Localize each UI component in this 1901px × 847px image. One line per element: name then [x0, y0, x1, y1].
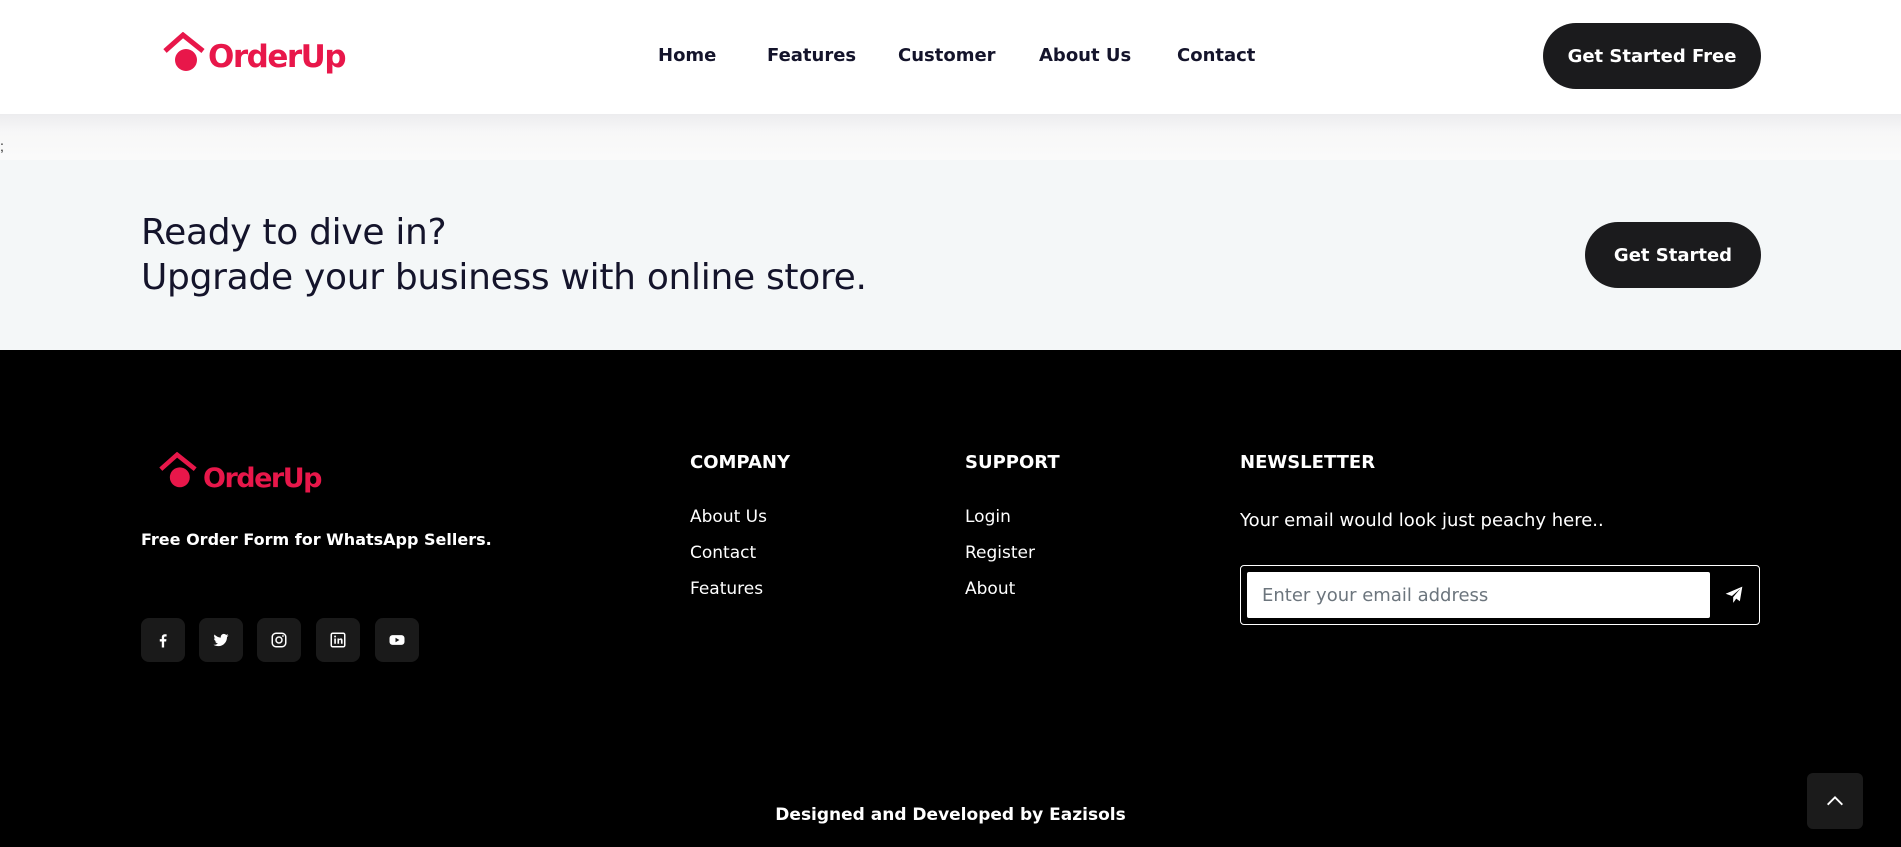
newsletter-text: Your email would look just peachy here.. — [1240, 510, 1604, 531]
instagram-link[interactable] — [257, 618, 301, 662]
linkedin-link[interactable] — [316, 618, 360, 662]
header-logo[interactable]: OrderUp — [162, 31, 347, 75]
cta-section: Ready to dive in? Upgrade your business … — [0, 160, 1901, 350]
newsletter-email-input[interactable] — [1247, 572, 1710, 618]
get-started-button[interactable]: Get Started — [1585, 222, 1761, 288]
newsletter-title: NEWSLETTER — [1240, 452, 1376, 473]
logo-house-icon — [158, 451, 202, 494]
logo-text: OrderUp — [208, 39, 347, 75]
stray-text: ; — [0, 138, 4, 154]
footer-credit: Designed and Developed by Eazisols — [775, 805, 1126, 825]
site-header: OrderUp Home Features Customer About Us … — [0, 0, 1901, 114]
facebook-icon — [159, 634, 167, 648]
facebook-link[interactable] — [141, 618, 185, 662]
nav-home[interactable]: Home — [658, 45, 716, 66]
nav-contact[interactable]: Contact — [1177, 45, 1255, 66]
chevron-up-icon — [1827, 796, 1843, 806]
nav-customer[interactable]: Customer — [898, 45, 996, 66]
logo-house-icon — [162, 31, 206, 74]
send-icon — [1725, 586, 1743, 603]
nav-features[interactable]: Features — [767, 45, 856, 66]
support-title: SUPPORT — [965, 452, 1060, 473]
footer-tagline: Free Order Form for WhatsApp Sellers. — [141, 530, 492, 549]
footer-link-login[interactable]: Login — [965, 507, 1011, 527]
cta-heading-line2: Upgrade your business with online store. — [141, 257, 867, 298]
site-footer: OrderUp Free Order Form for WhatsApp Sel… — [0, 350, 1901, 847]
twitter-icon — [213, 633, 229, 647]
instagram-icon — [271, 632, 287, 648]
cta-heading-line1: Ready to dive in? — [141, 212, 447, 253]
youtube-link[interactable] — [375, 618, 419, 662]
get-started-free-button[interactable]: Get Started Free — [1543, 23, 1761, 89]
scroll-to-top-button[interactable] — [1807, 773, 1863, 829]
footer-link-about-us[interactable]: About Us — [690, 507, 767, 527]
footer-link-about[interactable]: About — [965, 579, 1015, 599]
youtube-icon — [389, 635, 405, 645]
twitter-link[interactable] — [199, 618, 243, 662]
footer-link-contact[interactable]: Contact — [690, 543, 756, 563]
logo-text: OrderUp — [203, 463, 322, 494]
nav-about-us[interactable]: About Us — [1039, 45, 1131, 66]
company-title: COMPANY — [690, 452, 790, 473]
linkedin-icon — [330, 632, 346, 648]
footer-logo[interactable]: OrderUp — [158, 451, 322, 494]
newsletter-send-button[interactable] — [1713, 572, 1755, 618]
header-shadow — [0, 114, 1901, 160]
newsletter-form — [1240, 565, 1760, 625]
footer-link-register[interactable]: Register — [965, 543, 1035, 563]
footer-link-features[interactable]: Features — [690, 579, 763, 599]
